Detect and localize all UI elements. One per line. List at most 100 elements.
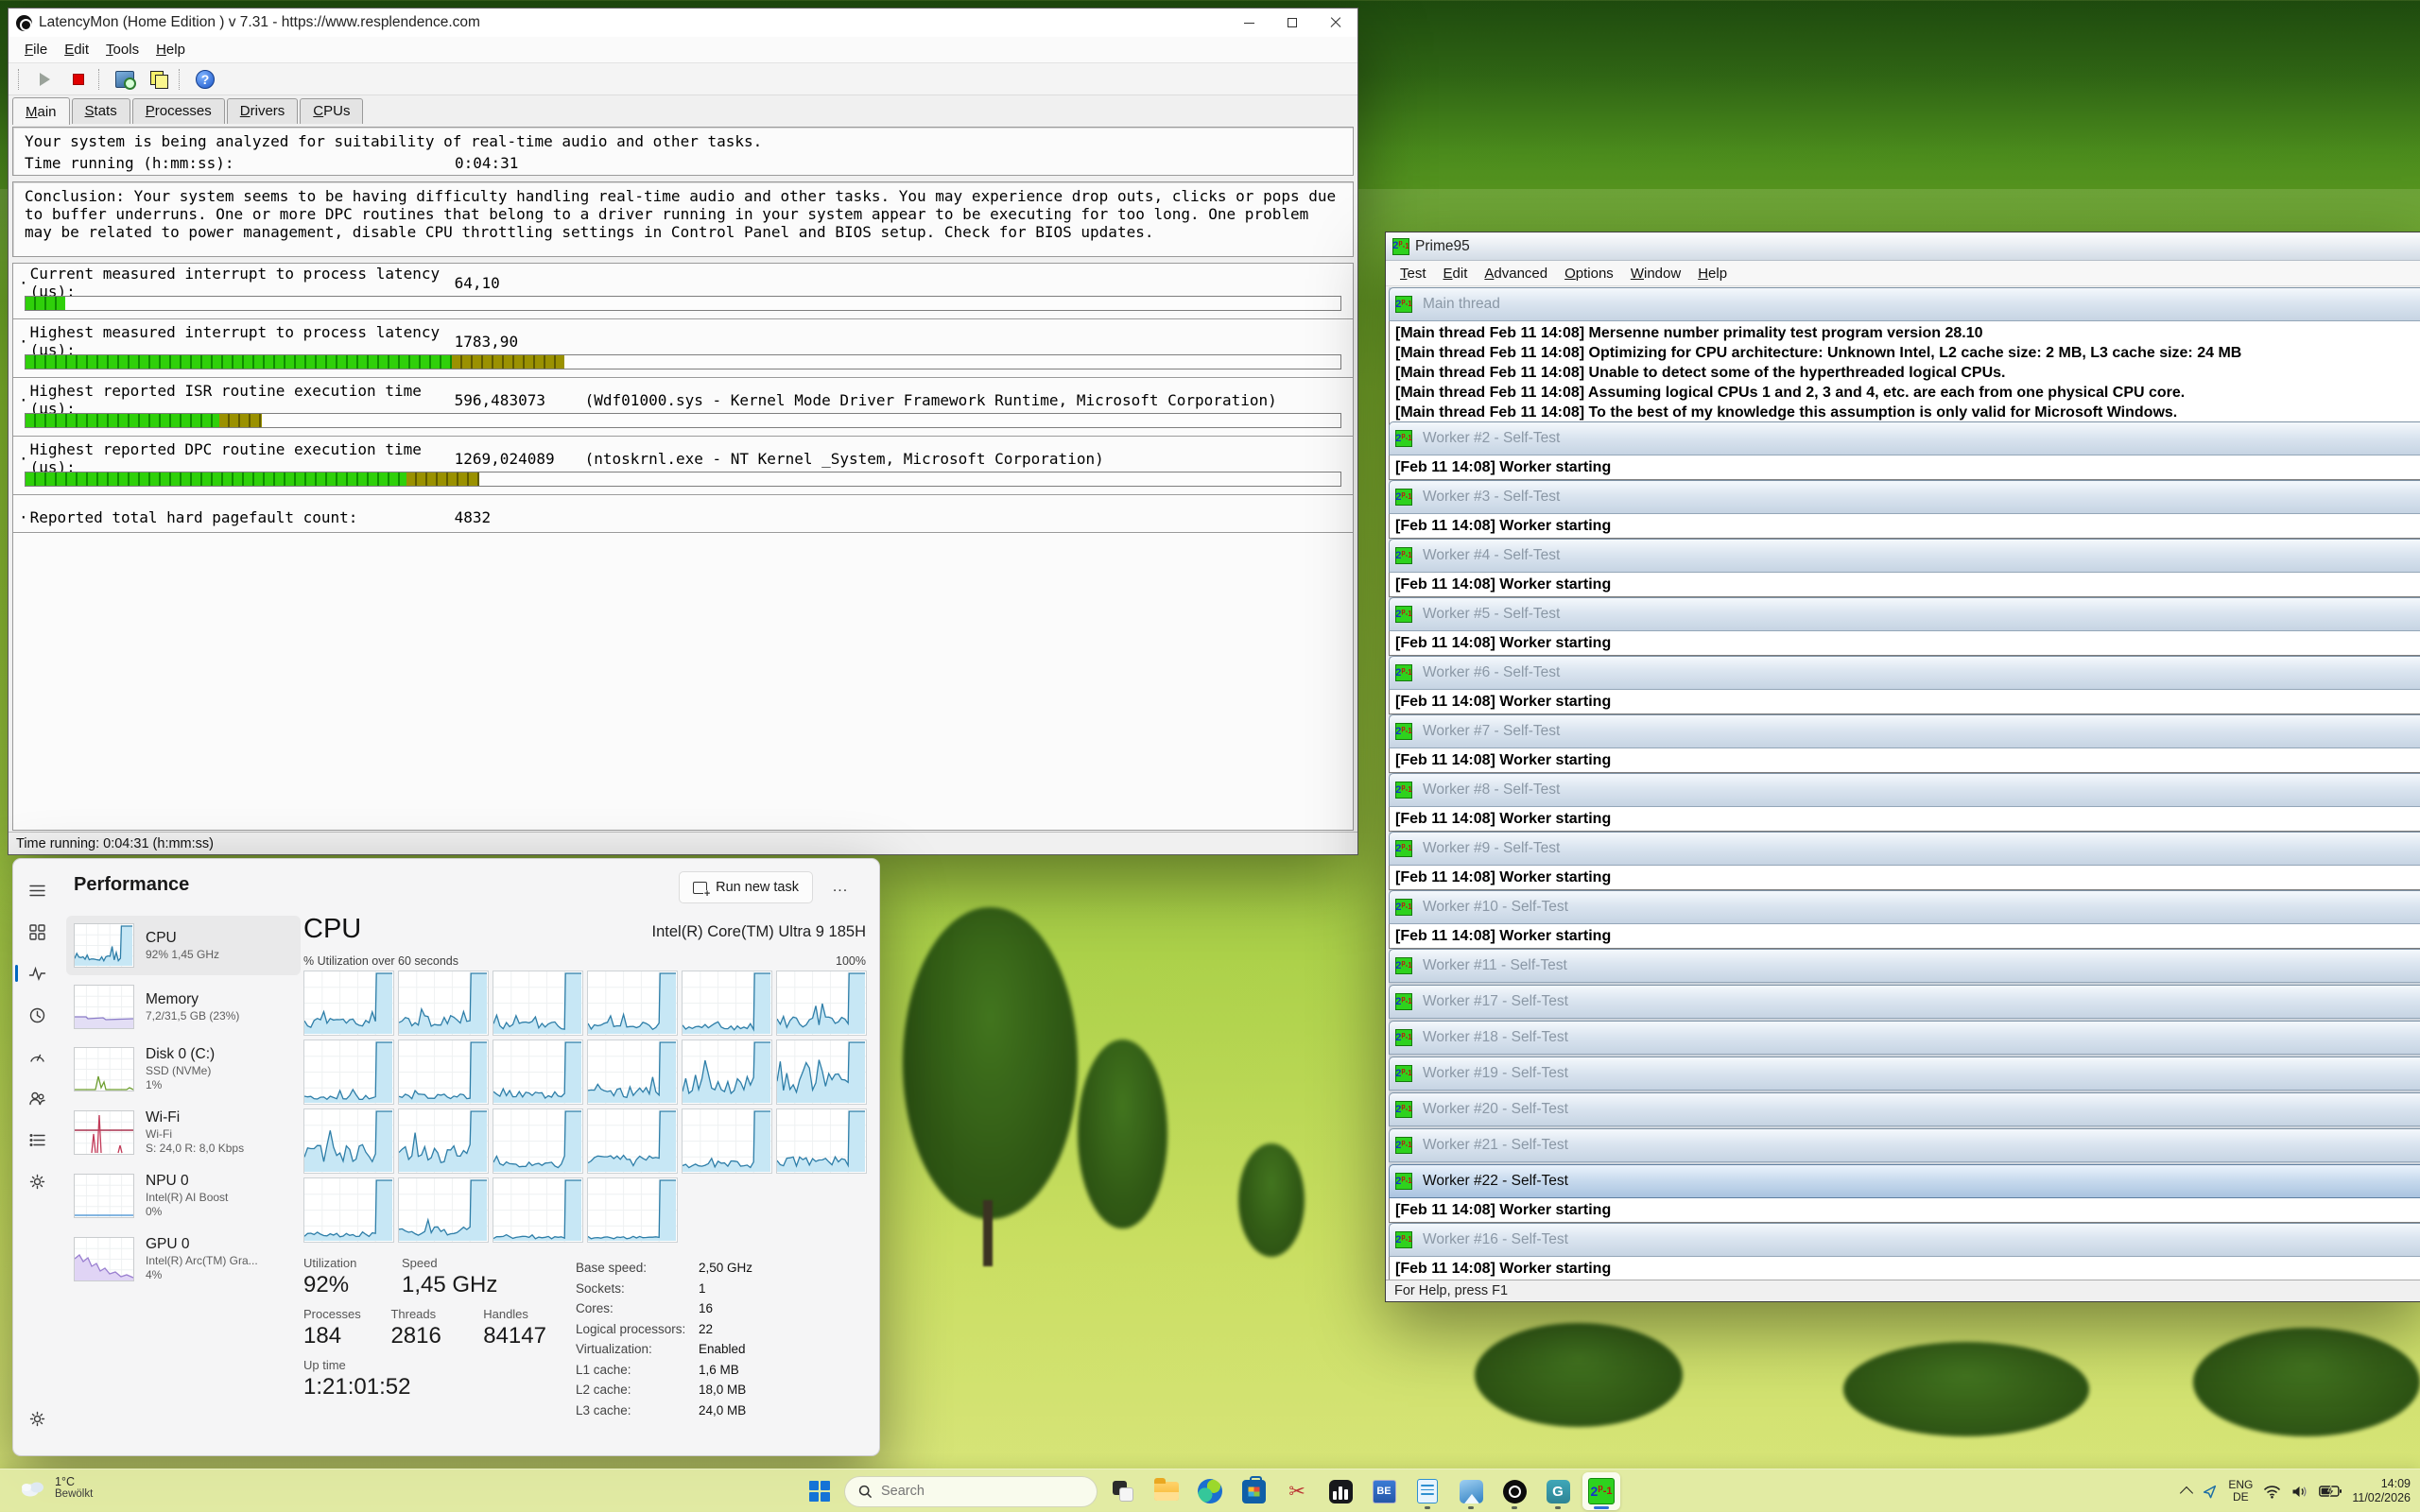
- language-indicator[interactable]: ENG DE: [2228, 1479, 2253, 1503]
- taskbar-app-edge[interactable]: [1191, 1472, 1229, 1510]
- device-item-disk[interactable]: Disk 0 (C:)SSD (NVMe)1%: [66, 1039, 301, 1100]
- device-item-npu[interactable]: NPU 0Intel(R) AI Boost0%: [66, 1165, 301, 1227]
- taskbar-app-task-view[interactable]: [1104, 1472, 1142, 1510]
- taskbar-app-photos[interactable]: [1452, 1472, 1490, 1510]
- mdi-titlebar[interactable]: 2p-1Worker #10 - Self-Test: [1389, 890, 2420, 924]
- taskbar-app-prime95[interactable]: 2p-1: [1582, 1472, 1620, 1510]
- tab-cpus[interactable]: CPUs: [300, 98, 363, 124]
- sidebar-item-settings[interactable]: [21, 1402, 53, 1435]
- search-box[interactable]: [844, 1476, 1098, 1507]
- search-input[interactable]: [881, 1484, 1070, 1499]
- device-item-wifi[interactable]: Wi-FiWi-FiS: 24,0 R: 8,0 Kbps: [66, 1102, 301, 1163]
- menu-item-help[interactable]: Help: [147, 39, 194, 60]
- menu-item-edit[interactable]: Edit: [56, 39, 97, 60]
- analyze-button[interactable]: [111, 67, 139, 92]
- close-button[interactable]: [1314, 9, 1357, 37]
- sidebar-item-details[interactable]: [21, 1124, 53, 1156]
- wifi-icon[interactable]: [2263, 1485, 2281, 1499]
- mdi-titlebar[interactable]: 2p-1Worker #19 - Self-Test: [1389, 1057, 2420, 1091]
- clock-widget[interactable]: 14:09 11/02/2026: [2352, 1477, 2411, 1505]
- stop-monitor-button[interactable]: [64, 67, 93, 92]
- menu-item-options[interactable]: Options: [1556, 263, 1622, 284]
- mdi-titlebar[interactable]: 2p-1Main thread: [1389, 287, 2420, 321]
- mdi-window-worker[interactable]: 2p-1Worker #11 - Self-Test: [1389, 949, 2420, 983]
- mdi-window-worker[interactable]: 2p-1Worker #19 - Self-Test: [1389, 1057, 2420, 1091]
- menu-item-help[interactable]: Help: [1689, 263, 1736, 284]
- taskbar-app-be-app[interactable]: BE: [1365, 1472, 1403, 1510]
- tab-drivers[interactable]: Drivers: [227, 98, 299, 124]
- taskbar-app-latencymon[interactable]: [1495, 1472, 1533, 1510]
- device-item-gpu[interactable]: GPU 0Intel(R) Arc(TM) Gra...4%: [66, 1228, 301, 1290]
- mdi-window-worker[interactable]: 2p-1Worker #8 - Self-Test[Feb 11 14:08] …: [1389, 773, 2420, 832]
- device-item-memory[interactable]: Memory7,2/31,5 GB (23%): [66, 977, 301, 1037]
- mdi-window-worker[interactable]: 2p-1Worker #6 - Self-Test[Feb 11 14:08] …: [1389, 656, 2420, 714]
- latencymon-titlebar[interactable]: LatencyMon (Home Edition ) v 7.31 - http…: [9, 9, 1357, 37]
- mdi-window-worker[interactable]: 2p-1Worker #9 - Self-Test[Feb 11 14:08] …: [1389, 832, 2420, 890]
- mdi-titlebar[interactable]: 2p-1Worker #5 - Self-Test: [1389, 597, 2420, 631]
- mdi-titlebar[interactable]: 2p-1Worker #7 - Self-Test: [1389, 714, 2420, 748]
- taskbar-app-notepad[interactable]: [1409, 1472, 1446, 1510]
- mdi-titlebar[interactable]: 2p-1Worker #11 - Self-Test: [1389, 949, 2420, 983]
- tab-stats[interactable]: Stats: [72, 98, 130, 124]
- sidebar-item-users[interactable]: [21, 1082, 53, 1114]
- mdi-window-worker[interactable]: 2p-1Worker #16 - Self-Test[Feb 11 14:08]…: [1389, 1223, 2420, 1280]
- prime95-titlebar[interactable]: 2p-1 Prime95: [1386, 232, 2420, 261]
- mdi-window-worker[interactable]: 2p-1Worker #20 - Self-Test: [1389, 1092, 2420, 1126]
- taskbar-app-stress-tool[interactable]: [1322, 1472, 1359, 1510]
- menu-item-window[interactable]: Window: [1622, 263, 1689, 284]
- mdi-titlebar[interactable]: 2p-1Worker #2 - Self-Test: [1389, 421, 2420, 455]
- mdi-window-worker[interactable]: 2p-1Worker #21 - Self-Test: [1389, 1128, 2420, 1162]
- sidebar-item-menu[interactable]: [21, 874, 53, 906]
- more-options-button[interactable]: ...: [826, 875, 855, 900]
- menu-item-advanced[interactable]: Advanced: [1476, 263, 1556, 284]
- mdi-window-worker[interactable]: 2p-1Worker #5 - Self-Test[Feb 11 14:08] …: [1389, 597, 2420, 656]
- start-monitor-button[interactable]: [30, 67, 59, 92]
- copy-report-button[interactable]: [145, 67, 173, 92]
- menu-item-edit[interactable]: Edit: [1435, 263, 1477, 284]
- menu-item-file[interactable]: File: [16, 39, 56, 60]
- tab-main[interactable]: Main: [12, 97, 70, 125]
- menu-item-tools[interactable]: Tools: [97, 39, 147, 60]
- mdi-titlebar[interactable]: 2p-1Worker #8 - Self-Test: [1389, 773, 2420, 807]
- run-new-task-button[interactable]: Run new task: [679, 871, 813, 903]
- tab-processes[interactable]: Processes: [132, 98, 225, 124]
- start-button[interactable]: [802, 1473, 838, 1509]
- mdi-window-worker[interactable]: 2p-1Worker #4 - Self-Test[Feb 11 14:08] …: [1389, 539, 2420, 597]
- sidebar-item-app-history[interactable]: [21, 999, 53, 1031]
- location-icon[interactable]: [2202, 1484, 2218, 1500]
- weather-widget[interactable]: 1°C Bewölkt: [11, 1473, 100, 1502]
- sidebar-item-performance[interactable]: [21, 957, 53, 989]
- taskbar-app-microsoft-store[interactable]: [1235, 1472, 1272, 1510]
- mdi-titlebar[interactable]: 2p-1Worker #22 - Self-Test: [1389, 1164, 2420, 1198]
- taskbar-app-snipping-tool[interactable]: ✂: [1278, 1472, 1316, 1510]
- sidebar-item-services[interactable]: [21, 1165, 53, 1197]
- mdi-window-worker[interactable]: 2p-1Worker #17 - Self-Test: [1389, 985, 2420, 1019]
- device-item-cpu[interactable]: CPU92% 1,45 GHz: [66, 916, 301, 975]
- mdi-titlebar[interactable]: 2p-1Worker #21 - Self-Test: [1389, 1128, 2420, 1162]
- mdi-titlebar[interactable]: 2p-1Worker #17 - Self-Test: [1389, 985, 2420, 1019]
- sidebar-item-startup-apps[interactable]: [21, 1040, 53, 1073]
- menu-item-test[interactable]: Test: [1392, 263, 1435, 284]
- mdi-window-worker[interactable]: 2p-1Worker #18 - Self-Test: [1389, 1021, 2420, 1055]
- mdi-window-worker[interactable]: 2p-1Worker #2 - Self-Test[Feb 11 14:08] …: [1389, 421, 2420, 480]
- mdi-window-worker[interactable]: 2p-1Worker #3 - Self-Test[Feb 11 14:08] …: [1389, 480, 2420, 539]
- battery-charging-icon[interactable]: [2319, 1485, 2342, 1498]
- help-button[interactable]: ?: [191, 67, 219, 92]
- maximize-button[interactable]: [1270, 9, 1314, 37]
- hidden-icons-chevron-icon[interactable]: [2180, 1486, 2193, 1500]
- taskbar-app-file-explorer[interactable]: [1148, 1472, 1185, 1510]
- mdi-window-main-thread[interactable]: 2p-1Main thread[Main thread Feb 11 14:08…: [1389, 287, 2420, 425]
- volume-icon[interactable]: [2291, 1485, 2308, 1499]
- mdi-titlebar[interactable]: 2p-1Worker #20 - Self-Test: [1389, 1092, 2420, 1126]
- mdi-window-worker[interactable]: 2p-1Worker #22 - Self-Test[Feb 11 14:08]…: [1389, 1164, 2420, 1223]
- minimize-button[interactable]: [1227, 9, 1270, 37]
- mdi-titlebar[interactable]: 2p-1Worker #3 - Self-Test: [1389, 480, 2420, 514]
- mdi-window-worker[interactable]: 2p-1Worker #10 - Self-Test[Feb 11 14:08]…: [1389, 890, 2420, 949]
- mdi-titlebar[interactable]: 2p-1Worker #16 - Self-Test: [1389, 1223, 2420, 1257]
- sidebar-item-processes[interactable]: [21, 916, 53, 948]
- taskbar-app-g-app[interactable]: G: [1539, 1472, 1577, 1510]
- mdi-window-worker[interactable]: 2p-1Worker #7 - Self-Test[Feb 11 14:08] …: [1389, 714, 2420, 773]
- mdi-titlebar[interactable]: 2p-1Worker #9 - Self-Test: [1389, 832, 2420, 866]
- mdi-titlebar[interactable]: 2p-1Worker #6 - Self-Test: [1389, 656, 2420, 690]
- mdi-titlebar[interactable]: 2p-1Worker #4 - Self-Test: [1389, 539, 2420, 573]
